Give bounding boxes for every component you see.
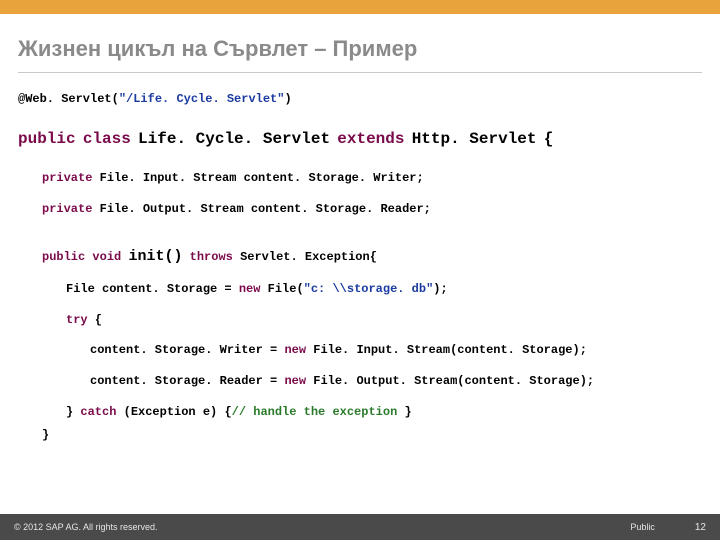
kw-void: void: [92, 250, 121, 264]
writer-b: File. Input. Stream(content. Storage);: [306, 343, 587, 357]
footer: © 2012 SAP AG. All rights reserved. Publ…: [0, 514, 720, 540]
catch-b: (Exception e) {: [116, 405, 231, 419]
kw-new: new: [284, 343, 306, 357]
field2-line: private File. Output. Stream content. St…: [18, 201, 702, 218]
close-brace-line: }: [18, 427, 702, 444]
method-decl-line: public void init() throws Servlet. Excep…: [18, 246, 702, 267]
footer-label: Public: [630, 522, 655, 532]
catch-a: }: [66, 405, 80, 419]
annotation-line: @Web. Servlet("/Life. Cycle. Servlet"): [18, 91, 702, 108]
kw-private: private: [42, 202, 92, 216]
kw-private: private: [42, 171, 92, 185]
file-b: File(: [260, 282, 303, 296]
kw-class: class: [83, 130, 131, 148]
page-number: 12: [695, 522, 706, 533]
footer-right: Public 12: [630, 522, 706, 533]
file-line: File content. Storage = new File("c: \\s…: [18, 281, 702, 298]
kw-public: public: [18, 130, 76, 148]
kw-public: public: [42, 250, 85, 264]
annotation-prefix: @Web. Servlet(: [18, 92, 119, 106]
field1-line: private File. Input. Stream content. Sto…: [18, 170, 702, 187]
annotation-close: ): [284, 92, 291, 106]
comment: // handle the exception: [232, 405, 405, 419]
copyright: © 2012 SAP AG. All rights reserved.: [14, 522, 158, 532]
throws-rest: Servlet. Exception{: [233, 250, 377, 264]
kw-extends: extends: [337, 130, 404, 148]
file-a: File content. Storage =: [66, 282, 239, 296]
super-class: Http. Servlet: [412, 130, 537, 148]
class-decl-line: public class Life. Cycle. Servlet extend…: [18, 128, 702, 150]
writer-a: content. Storage. Writer =: [90, 343, 284, 357]
reader-a: content. Storage. Reader =: [90, 374, 284, 388]
try-line: try {: [18, 312, 702, 329]
class-name: Life. Cycle. Servlet: [138, 130, 330, 148]
method-name: init(): [128, 248, 182, 265]
kw-throws: throws: [190, 250, 233, 264]
open-brace: {: [544, 130, 554, 148]
catch-c: }: [404, 405, 411, 419]
kw-new: new: [284, 374, 306, 388]
file-c: );: [433, 282, 447, 296]
file-path: "c: \\storage. db": [304, 282, 434, 296]
field1-rest: File. Input. Stream content. Storage. Wr…: [92, 171, 423, 185]
title-divider: [18, 72, 702, 73]
kw-catch: catch: [80, 405, 116, 419]
kw-new: new: [239, 282, 261, 296]
accent-bar: [0, 0, 720, 14]
reader-line: content. Storage. Reader = new File. Out…: [18, 373, 702, 390]
kw-try: try: [66, 313, 88, 327]
reader-b: File. Output. Stream(content. Storage);: [306, 374, 594, 388]
close-brace: }: [42, 428, 49, 442]
try-brace: {: [88, 313, 102, 327]
code-block: @Web. Servlet("/Life. Cycle. Servlet") p…: [0, 91, 720, 444]
field2-rest: File. Output. Stream content. Storage. R…: [92, 202, 430, 216]
slide-title: Жизнен цикъл на Сървлет – Пример: [0, 14, 720, 72]
annotation-url: "/Life. Cycle. Servlet": [119, 92, 285, 106]
writer-line: content. Storage. Writer = new File. Inp…: [18, 342, 702, 359]
catch-line: } catch (Exception e) {// handle the exc…: [18, 404, 702, 421]
